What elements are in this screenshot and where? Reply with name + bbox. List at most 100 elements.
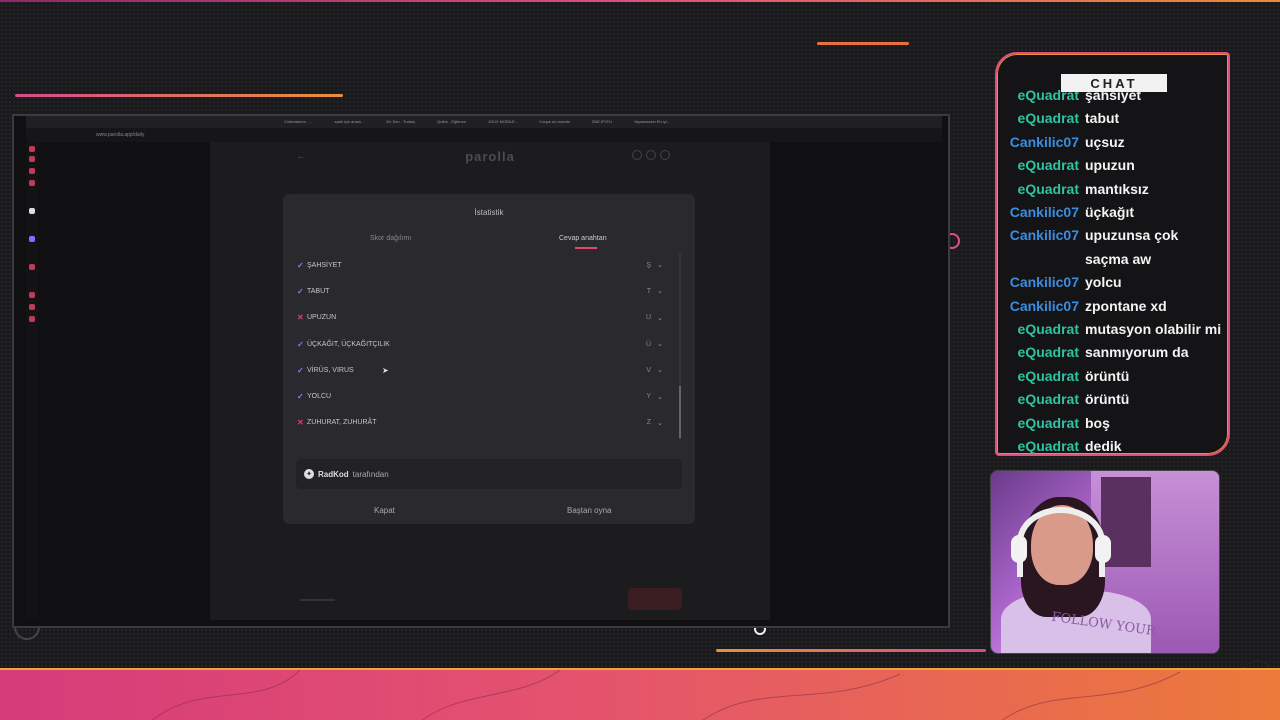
sidebar-app-icon[interactable]	[29, 316, 35, 322]
tab-answer-key[interactable]: Cevap anahtarı	[559, 235, 607, 242]
answer-row[interactable]: ✕ ZUHURAT, ZUHURÂT Z ⌄	[297, 410, 677, 436]
answer-word: ZUHURAT, ZUHURÂT	[307, 419, 377, 427]
active-tab-indicator	[575, 247, 597, 249]
chat-username[interactable]: eQuadrat	[997, 341, 1085, 364]
chat-text: yolcu	[1085, 274, 1122, 291]
chat-text: zpontane xd	[1085, 297, 1167, 314]
chat-username[interactable]: eQuadrat	[997, 178, 1085, 201]
chat-username[interactable]: Cankilic07	[997, 295, 1085, 318]
sidebar-app-icon[interactable]	[29, 208, 35, 214]
answer-letter: V	[646, 366, 651, 374]
chevron-down-icon[interactable]: ⌄	[657, 261, 663, 269]
chat-message: eQuadrat tabut	[997, 107, 1228, 130]
chat-username[interactable]: Cankilic07	[997, 131, 1085, 154]
statistics-modal: İstatistik Skor dağılımı Cevap anahtarı …	[283, 194, 695, 524]
chat-text: upuzunsa çok saçma aw	[1085, 227, 1179, 267]
answer-letter: Y	[646, 393, 651, 401]
credit-author[interactable]: RadKod	[318, 470, 349, 479]
answer-row[interactable]: ✓ TABUT T ⌄	[297, 278, 677, 304]
browser-tab[interactable]: Coupe du monde	[531, 117, 578, 127]
browser-tab[interactable]: En Son - Turkey	[378, 117, 423, 127]
chat-username[interactable]: eQuadrat	[997, 318, 1085, 341]
browser-address-bar[interactable]: www.parolla.app/daily	[26, 128, 942, 142]
chat-message: Cankilic07 yolcu	[997, 271, 1228, 294]
top-accent-strip	[0, 0, 1280, 2]
bottom-decor-band	[0, 668, 1280, 720]
answer-row[interactable]: ✓ YOLCU Y ⌄	[297, 383, 677, 409]
browser-sidebar	[26, 142, 38, 620]
chat-message: eQuadrat dedik	[997, 435, 1228, 455]
browser-tab[interactable]: Quibe - Eğlence	[429, 117, 474, 127]
chat-username[interactable]: Cankilic07	[997, 201, 1085, 224]
answer-word: YOLCU	[307, 393, 332, 401]
chat-username[interactable]: eQuadrat	[997, 365, 1085, 388]
stats-icon[interactable]	[646, 150, 656, 160]
info-icon[interactable]	[632, 150, 642, 160]
chat-username[interactable]: eQuadrat	[997, 107, 1085, 130]
chat-text: boş	[1085, 414, 1110, 431]
chat-username[interactable]: eQuadrat	[997, 388, 1085, 411]
sidebar-app-icon[interactable]	[29, 146, 35, 152]
chat-message: Cankilic07 üçkağıt	[997, 201, 1228, 224]
mouse-cursor-icon: ➤	[382, 366, 389, 375]
sidebar-app-icon[interactable]	[29, 168, 35, 174]
check-icon: ✓	[297, 365, 304, 375]
chat-messages: eQuadrat şahsiyet eQuadrat tabut Cankilic07 u…	[997, 84, 1228, 455]
sidebar-app-icon[interactable]	[29, 180, 35, 186]
chat-text: mantıksız	[1085, 180, 1149, 197]
chat-message: Cankilic07 uçsuz	[997, 131, 1228, 154]
chat-username[interactable]: eQuadrat	[997, 154, 1085, 177]
scrollbar-thumb[interactable]	[679, 386, 681, 438]
bottom-band-scribbles	[151, 670, 1181, 720]
answer-row[interactable]: ✕ UPUZUN U ⌄	[297, 305, 677, 331]
answer-input[interactable]: ▬▬▬▬▬	[300, 596, 335, 603]
answer-row[interactable]: ✓ ŞAHSİYET Ş ⌄	[297, 252, 677, 278]
browser-tab[interactable]: JOUX MOBILE -	[480, 117, 525, 127]
decor-line-top	[817, 42, 909, 45]
answer-letter: T	[646, 287, 651, 295]
submit-button[interactable]	[628, 588, 682, 610]
chevron-down-icon[interactable]: ⌄	[657, 287, 663, 295]
chat-text: tabut	[1085, 110, 1120, 127]
chat-username[interactable]: Cankilic07	[997, 224, 1085, 271]
browser-tab[interactable]: ZNE.IP.IFU	[584, 117, 620, 127]
browser-tab[interactable]: sarki için ananı...	[326, 117, 372, 127]
cross-icon: ✕	[297, 313, 304, 323]
sidebar-app-icon[interactable]	[29, 304, 35, 310]
browser-tab[interactable]: Yapamazsın En iyi...	[626, 117, 678, 127]
sidebar-app-icon[interactable]	[29, 264, 35, 270]
chat-message: Cankilic07 zpontane xd	[997, 295, 1228, 318]
chevron-down-icon[interactable]: ⌄	[657, 366, 663, 374]
answer-word: UPUZUN	[307, 314, 337, 322]
modal-title: İstatistik	[474, 208, 504, 217]
sidebar-app-icon[interactable]	[29, 156, 35, 162]
chat-text: dedik	[1085, 438, 1122, 455]
answer-letter: Z	[646, 419, 651, 427]
chevron-down-icon[interactable]: ⌄	[657, 393, 663, 401]
chat-text: mutasyon olabilir mi	[1085, 321, 1222, 338]
restart-button[interactable]: Baştan oyna	[567, 506, 611, 515]
headset-icon	[1017, 507, 1105, 577]
chat-username[interactable]: Cankilic07	[997, 271, 1085, 294]
decor-line-left	[15, 94, 343, 97]
answer-row[interactable]: ✓ ÜÇKAĞIT, ÜÇKAĞITÇILIK Ü ⌄	[297, 331, 677, 357]
answer-word: VİRÜS, VIRUS	[307, 366, 354, 374]
chevron-down-icon[interactable]: ⌄	[657, 340, 663, 348]
chat-message: eQuadrat mantıksız	[997, 178, 1228, 201]
chat-username[interactable]: eQuadrat	[997, 412, 1085, 435]
answer-row[interactable]: ✓ VİRÜS, VIRUS V ⌄	[297, 357, 677, 383]
chat-message: eQuadrat örüntü	[997, 388, 1228, 411]
close-button[interactable]: Kapat	[374, 506, 395, 515]
profile-icon[interactable]	[660, 150, 670, 160]
chat-message: eQuadrat sanmıyorum da	[997, 341, 1228, 364]
sidebar-app-icon[interactable]	[29, 236, 35, 242]
chat-text: upuzun	[1085, 157, 1135, 174]
chevron-down-icon[interactable]: ⌄	[657, 314, 663, 322]
chevron-down-icon[interactable]: ⌄	[657, 419, 663, 427]
chat-text: üçkağıt	[1085, 204, 1135, 221]
chat-username[interactable]: eQuadrat	[997, 435, 1085, 454]
sidebar-app-icon[interactable]	[29, 292, 35, 298]
tab-score-distribution[interactable]: Skor dağılımı	[370, 235, 411, 242]
chat-message: eQuadrat upuzun	[997, 154, 1228, 177]
browser-tab[interactable]: Codenames - ...	[276, 117, 320, 127]
